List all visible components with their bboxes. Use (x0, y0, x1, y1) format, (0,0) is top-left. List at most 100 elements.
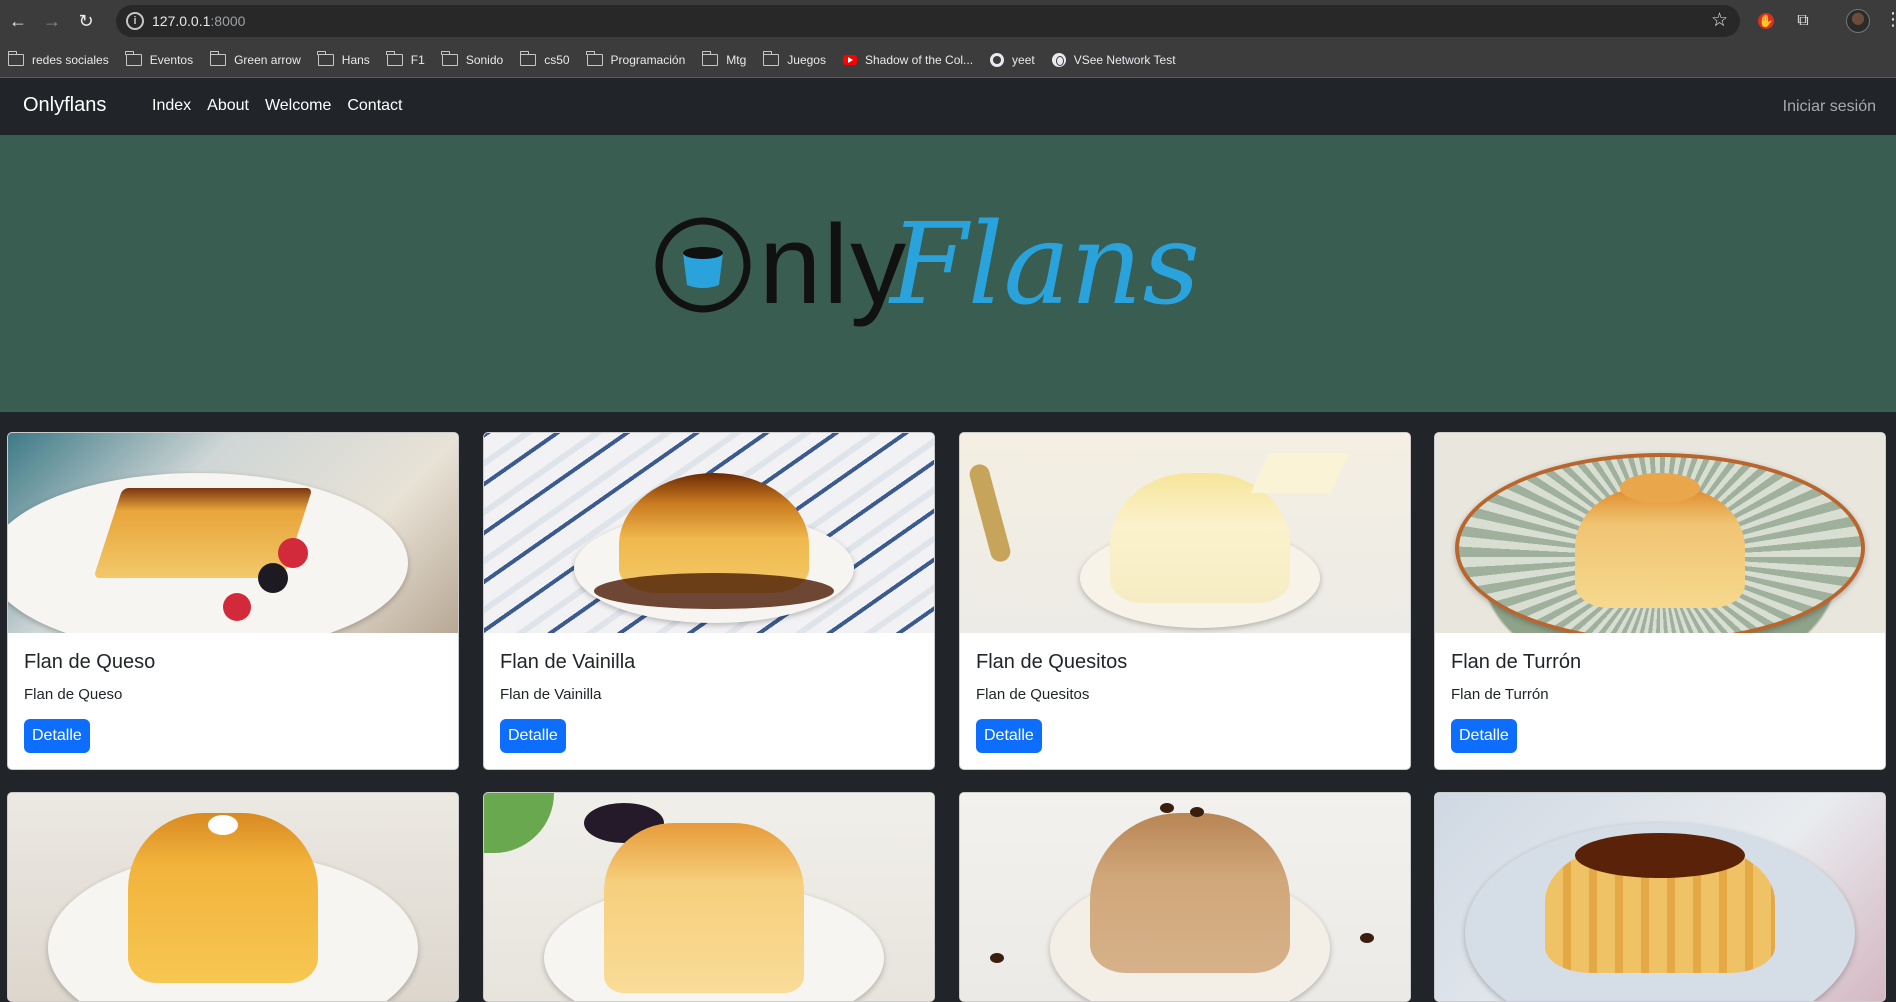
folder-icon (519, 50, 537, 66)
site-info-icon[interactable]: i (126, 12, 144, 30)
forward-arrow-icon[interactable]: → (40, 9, 64, 33)
bookmark-label: Mtg (726, 52, 747, 67)
bookmark-label: yeet (1012, 52, 1035, 67)
coconut-topping (208, 815, 238, 835)
flan-coconut (128, 813, 318, 983)
bookmark-cs50[interactable]: cs50 (519, 46, 578, 74)
folder-icon (441, 50, 458, 66)
bookmark-vsee-network-test[interactable]: VSee Network Test (1051, 46, 1185, 74)
flan-cut (604, 823, 804, 993)
profile-avatar[interactable] (1846, 9, 1870, 33)
folder-icon (209, 50, 227, 66)
detail-button[interactable]: Detalle (976, 719, 1042, 753)
nav-link-welcome[interactable]: Welcome (265, 97, 331, 115)
nav-link-about[interactable]: About (207, 97, 249, 115)
site-navbar: Onlyflans Index About Welcome Contact In… (0, 79, 1896, 135)
detail-button[interactable]: Detalle (1451, 719, 1517, 753)
bookmark-label: Juegos (787, 52, 826, 67)
blackberry (258, 563, 288, 593)
card-flan-de-queso: Flan de Queso Flan de Queso Detalle (7, 432, 459, 770)
bookmark-juegos[interactable]: Juegos (762, 46, 835, 74)
address-bar[interactable]: i 127.0.0.1:8000 ☆ (116, 5, 1740, 37)
browser-menu-icon[interactable]: ⋮ (1884, 9, 1896, 30)
bookmarks-bar: redes sociales Eventos Green arrow Hans … (0, 42, 1896, 78)
bookmark-label: F1 (410, 52, 425, 67)
bookmark-star-icon[interactable]: ☆ (1711, 9, 1728, 32)
turron-crumble (1620, 473, 1700, 503)
bookmark-label: Shadow of the Col... (864, 52, 974, 67)
github-icon (990, 52, 1005, 67)
card-row2-2 (483, 792, 935, 1002)
nav-link-index[interactable]: Index (152, 97, 191, 115)
raspberry (278, 538, 308, 568)
bookmark-label: Eventos (149, 52, 194, 67)
bookmark-label: cs50 (544, 52, 570, 67)
folder-icon (386, 50, 403, 66)
nav-links: Index About Welcome Contact (152, 97, 402, 115)
navbar-brand[interactable]: Onlyflans (23, 94, 106, 117)
card-image-cut-flan (484, 793, 934, 1001)
card-row2-1 (7, 792, 459, 1002)
extension-hand-icon[interactable]: ✋ (1758, 13, 1774, 29)
hero-banner: nly Flans (0, 135, 1896, 412)
card-image-crown-flan (1435, 793, 1885, 1001)
bookmark-redes-sociales[interactable]: redes sociales (7, 46, 118, 74)
card-title: Flan de Quesitos (976, 651, 1128, 673)
folder-icon (701, 50, 719, 66)
bookmark-hans[interactable]: Hans (317, 46, 379, 74)
card-body: Flan de Turrón Flan de Turrón Detalle (1435, 633, 1885, 769)
card-flan-de-turron: Flan de Turrón Flan de Turrón Detalle (1434, 432, 1886, 770)
cheese-wedge (1250, 453, 1350, 493)
bookmark-label: Green arrow (234, 52, 301, 67)
bookmark-eventos[interactable]: Eventos (125, 46, 202, 74)
login-link[interactable]: Iniciar sesión (1783, 98, 1876, 116)
logo-bowl-top (683, 247, 723, 259)
card-text: Flan de Turrón (1451, 686, 1549, 703)
raspberry (223, 593, 251, 621)
url-text[interactable]: 127.0.0.1:8000 (152, 13, 245, 29)
bookmark-yeet[interactable]: yeet (990, 46, 1044, 74)
logo-flans-text: Flans (888, 205, 1200, 330)
coffee-bean (1160, 803, 1174, 813)
card-body: Flan de Quesitos Flan de Quesitos Detall… (960, 633, 1410, 769)
card-title: Flan de Turrón (1451, 651, 1582, 673)
bookmark-f1[interactable]: F1 (386, 46, 434, 74)
reload-icon[interactable]: ↻ (74, 9, 98, 33)
card-image-flan-de-vainilla (484, 433, 934, 633)
card-title: Flan de Queso (24, 651, 156, 673)
card-flan-de-quesitos: Flan de Quesitos Flan de Quesitos Detall… (959, 432, 1411, 770)
card-row2-4 (1434, 792, 1886, 1002)
bookmark-green-arrow[interactable]: Green arrow (209, 46, 310, 74)
bookmark-sonido[interactable]: Sonido (441, 46, 512, 74)
nav-link-contact[interactable]: Contact (347, 97, 402, 115)
folder-icon (762, 50, 780, 66)
extensions-puzzle-icon[interactable]: ⧉ (1792, 10, 1814, 32)
card-text: Flan de Quesitos (976, 686, 1090, 703)
bookmark-label: Hans (341, 52, 370, 67)
detail-button[interactable]: Detalle (24, 719, 90, 753)
card-body: Flan de Vainilla Flan de Vainilla Detall… (484, 633, 934, 769)
coffee-bean (990, 953, 1004, 963)
caramel-top (1575, 833, 1745, 878)
card-image-flan-de-queso (8, 433, 458, 633)
bookmark-shadow-of-the-colossus[interactable]: Shadow of the Col... (842, 46, 982, 74)
folder-icon (317, 50, 334, 66)
youtube-icon (842, 54, 857, 65)
card-image-flan-de-turron (1435, 433, 1885, 633)
onlyflans-logo: nly Flans (655, 205, 1200, 330)
bookmark-mtg[interactable]: Mtg (701, 46, 755, 74)
spoon (967, 462, 1013, 564)
bookmark-programacion[interactable]: Programación (586, 46, 695, 74)
logo-only-text: nly (759, 205, 908, 327)
flan-turron (1575, 488, 1745, 608)
card-image-coconut-flan (8, 793, 458, 1001)
coffee-bean (1360, 933, 1374, 943)
flan-card-grid: Flan de Queso Flan de Queso Detalle Flan… (0, 412, 1896, 1002)
back-arrow-icon[interactable]: ← (6, 9, 30, 33)
card-text: Flan de Queso (24, 686, 123, 703)
bookmark-label: VSee Network Test (1073, 52, 1176, 67)
browser-toolbar: ← → ↻ i 127.0.0.1:8000 ☆ ✋ ⧉ ⋮ (0, 0, 1896, 42)
card-flan-de-vainilla: Flan de Vainilla Flan de Vainilla Detall… (483, 432, 935, 770)
bookmark-label: Programación (610, 52, 686, 67)
detail-button[interactable]: Detalle (500, 719, 566, 753)
